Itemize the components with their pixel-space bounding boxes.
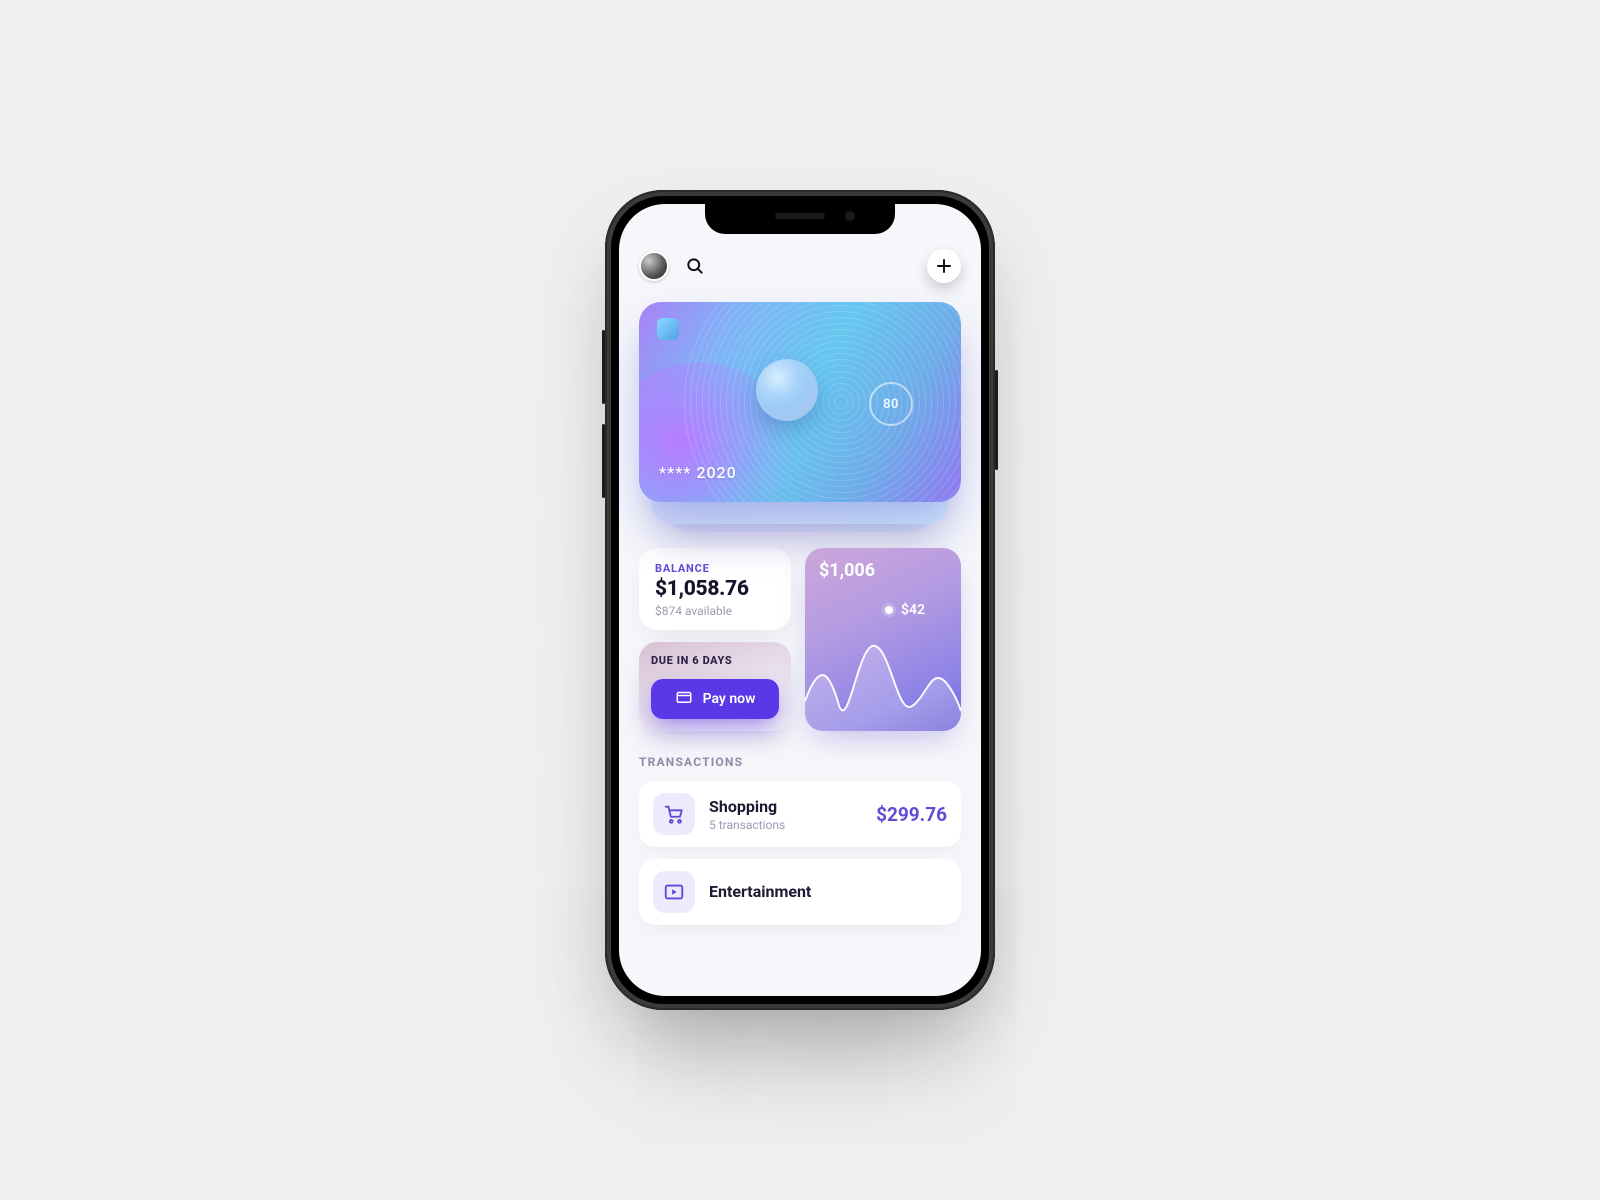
chart-line-icon — [805, 611, 961, 731]
summary-tiles: BALANCE $1,058.76 $874 available DUE IN … — [639, 548, 961, 731]
transaction-amount: $299.76 — [876, 803, 947, 826]
due-label: DUE IN 6 DAYS — [651, 654, 779, 667]
card-stack[interactable]: 80 **** 2020 — [639, 302, 961, 522]
card-logo-icon — [657, 318, 679, 340]
transaction-sub: 5 transactions — [709, 818, 862, 832]
header-bar — [639, 248, 961, 284]
balance-available: $874 available — [655, 604, 775, 618]
avatar[interactable] — [639, 251, 669, 281]
search-icon[interactable] — [685, 256, 705, 276]
transaction-row[interactable]: Entertainment — [639, 859, 961, 925]
pay-now-label: Pay now — [703, 691, 756, 707]
cart-icon — [653, 793, 695, 835]
app-root: 80 **** 2020 BALANCE $1,058.76 $874 avai… — [619, 204, 981, 996]
transaction-title: Shopping — [709, 797, 862, 816]
card-ring-badge: 80 — [869, 382, 913, 426]
phone-notch — [705, 204, 895, 234]
pay-now-button[interactable]: Pay now — [651, 679, 779, 719]
primary-card[interactable]: 80 **** 2020 — [639, 302, 961, 502]
transactions-header: TRANSACTIONS — [639, 755, 961, 769]
transaction-row[interactable]: Shopping 5 transactions $299.76 — [639, 781, 961, 847]
balance-tile[interactable]: BALANCE $1,058.76 $874 available — [639, 548, 791, 630]
spend-chart-tile[interactable]: $1,006 $42 — [805, 548, 961, 731]
transaction-title: Entertainment — [709, 882, 933, 901]
due-tile: DUE IN 6 DAYS Pay now — [639, 642, 791, 731]
card-icon — [675, 688, 693, 710]
add-button[interactable] — [927, 249, 961, 283]
phone-screen: 80 **** 2020 BALANCE $1,058.76 $874 avai… — [619, 204, 981, 996]
card-number: **** 2020 — [659, 463, 737, 482]
chart-total: $1,006 — [819, 560, 875, 581]
balance-label: BALANCE — [655, 562, 775, 575]
media-icon — [653, 871, 695, 913]
balance-amount: $1,058.76 — [655, 577, 775, 601]
phone-frame: 80 **** 2020 BALANCE $1,058.76 $874 avai… — [605, 190, 995, 1010]
